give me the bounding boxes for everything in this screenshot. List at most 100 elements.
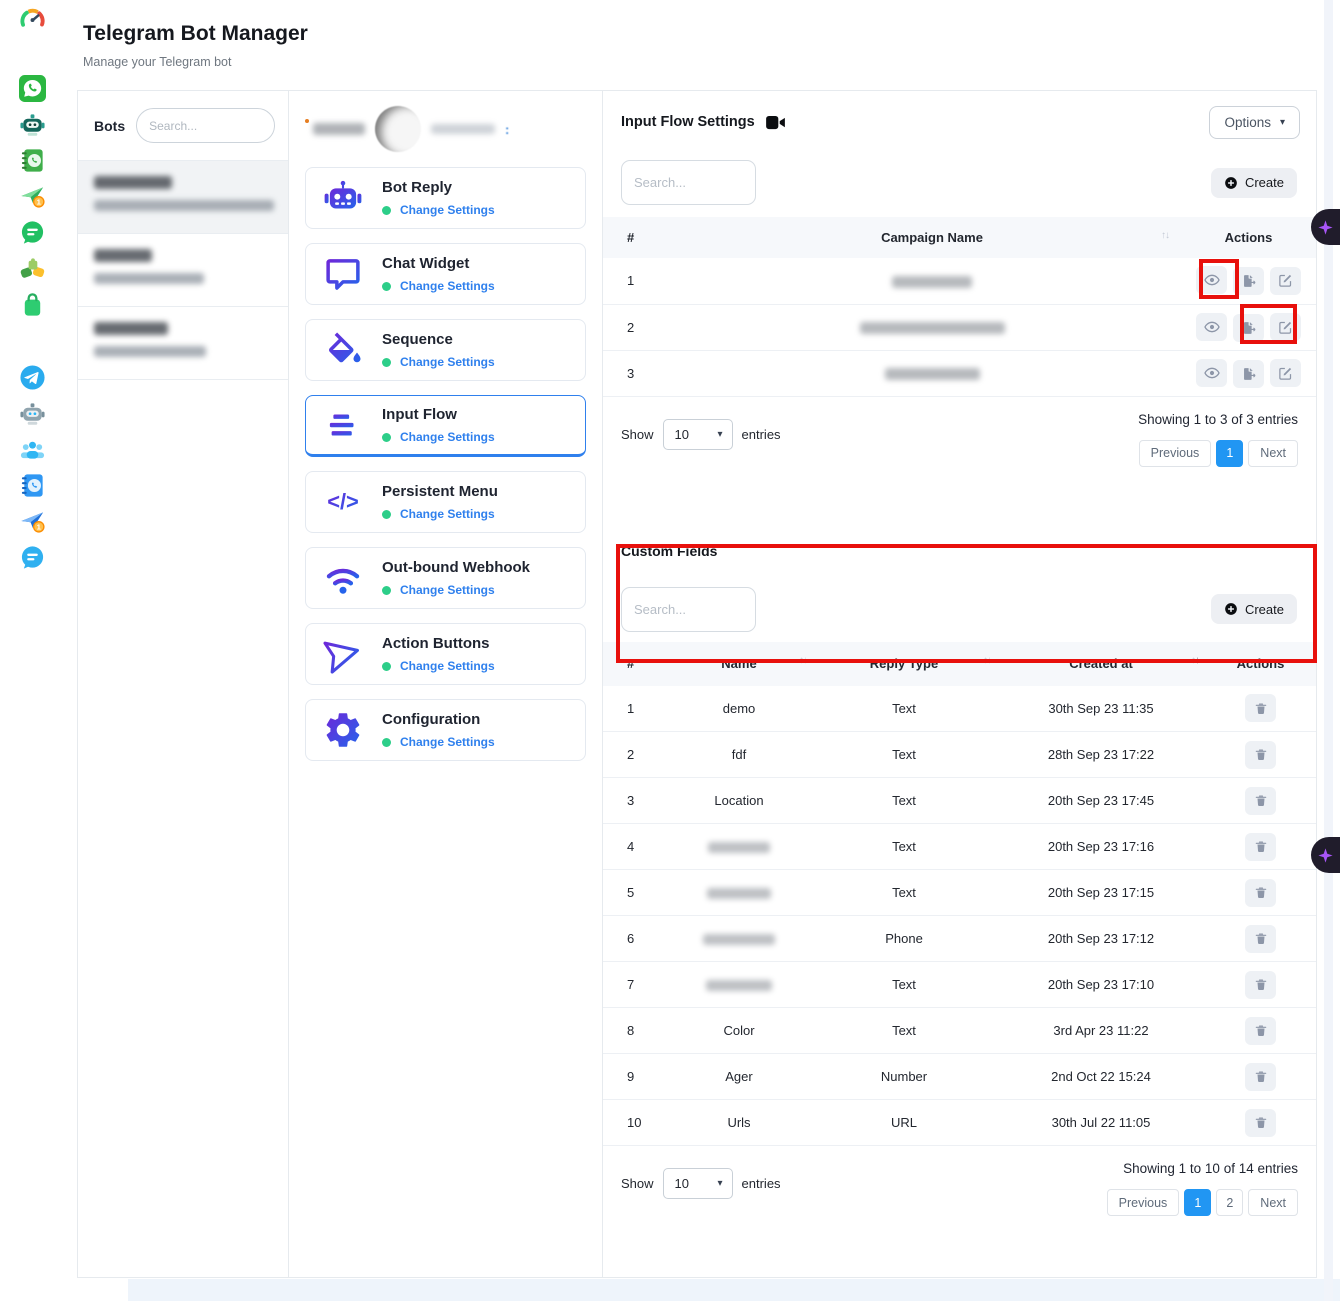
col-num: # xyxy=(603,642,667,686)
ai-sparkle-button[interactable] xyxy=(1311,837,1340,873)
options-button[interactable]: Options▾ xyxy=(1209,106,1300,139)
create-input-flow-button[interactable]: Create xyxy=(1211,168,1297,198)
change-settings-link[interactable]: Change Settings xyxy=(400,735,495,749)
change-settings-link[interactable]: Change Settings xyxy=(400,430,495,444)
pagination: Previous 1 Next xyxy=(1139,440,1298,467)
page-1-button[interactable]: 1 xyxy=(1216,440,1243,467)
bot-list-item[interactable] xyxy=(78,234,288,307)
create-custom-field-button[interactable]: Create xyxy=(1211,594,1297,624)
shopping-bag-icon[interactable] xyxy=(19,291,46,318)
entries-label: entries xyxy=(742,1176,781,1191)
delete-button[interactable] xyxy=(1245,694,1276,722)
delete-button[interactable] xyxy=(1245,1109,1276,1137)
table-row: 8 Color Text 3rd Apr 23 11:22 xyxy=(603,1008,1316,1054)
edit-button[interactable] xyxy=(1270,313,1301,341)
sort-icon[interactable]: ↑↓ xyxy=(1161,230,1169,241)
change-settings-link[interactable]: Change Settings xyxy=(400,279,495,293)
change-settings-link[interactable]: Change Settings xyxy=(400,583,495,597)
settings-card-outbound-webhook[interactable]: Out-bound Webhook Change Settings xyxy=(305,547,586,609)
delete-button[interactable] xyxy=(1245,833,1276,861)
change-settings-link[interactable]: Change Settings xyxy=(400,659,495,673)
row-number: 1 xyxy=(603,686,667,732)
previous-page-button[interactable]: Previous xyxy=(1139,440,1212,467)
phone-contacts-blue-icon[interactable] xyxy=(19,472,46,499)
scrollbar-track[interactable] xyxy=(1324,0,1333,1301)
trash-icon xyxy=(1254,701,1268,716)
view-button[interactable] xyxy=(1196,266,1227,294)
trash-icon xyxy=(1254,839,1268,854)
settings-card-persistent-menu[interactable]: </> Persistent Menu Change Settings xyxy=(305,471,586,533)
delete-button[interactable] xyxy=(1245,971,1276,999)
next-page-button[interactable]: Next xyxy=(1248,1189,1298,1216)
campaign-name-cell xyxy=(683,350,1181,396)
redacted-field-name xyxy=(707,888,771,899)
change-settings-link[interactable]: Change Settings xyxy=(400,507,495,521)
whatsapp-icon[interactable] xyxy=(19,75,46,102)
bot-list-item[interactable] xyxy=(78,307,288,380)
team-group-icon[interactable] xyxy=(19,436,46,463)
input-flow-settings-title: Input Flow Settings xyxy=(621,114,755,130)
paper-plane-coin-blue-icon[interactable]: 1 xyxy=(19,508,46,535)
delete-button[interactable] xyxy=(1245,741,1276,769)
bots-search-input[interactable] xyxy=(136,108,275,143)
delete-button[interactable] xyxy=(1245,1063,1276,1091)
collaboration-puzzle-icon[interactable] xyxy=(19,255,46,282)
export-button[interactable] xyxy=(1233,314,1264,342)
settings-card-chat-widget[interactable]: Chat Widget Change Settings xyxy=(305,243,586,305)
ai-sparkle-button[interactable] xyxy=(1311,209,1340,245)
page-size-select[interactable]: 10▾ xyxy=(663,419,733,450)
edit-button[interactable] xyxy=(1270,267,1301,295)
pagination: Previous 1 2 Next xyxy=(1107,1189,1298,1216)
svg-text:</>: </> xyxy=(327,489,359,514)
settings-card-input-flow[interactable]: Input Flow Change Settings xyxy=(305,395,586,457)
input-flow-column: Input Flow Settings Options▾ Create xyxy=(603,91,1316,1277)
phone-contacts-icon[interactable] xyxy=(19,147,46,174)
export-button[interactable] xyxy=(1233,267,1264,295)
next-page-button[interactable]: Next xyxy=(1248,440,1298,467)
chat-bubble-blue-icon[interactable] xyxy=(19,544,46,571)
entries-summary: Showing 1 to 3 of 3 entries xyxy=(1138,412,1298,427)
input-flow-search-input[interactable] xyxy=(621,160,756,205)
page-1-button[interactable]: 1 xyxy=(1184,1189,1211,1216)
settings-card-configuration[interactable]: Configuration Change Settings xyxy=(305,699,586,761)
custom-fields-search-input[interactable] xyxy=(621,587,756,632)
delete-button[interactable] xyxy=(1245,787,1276,815)
reply-type: Text xyxy=(811,732,997,778)
change-settings-link[interactable]: Change Settings xyxy=(400,203,495,217)
delete-button[interactable] xyxy=(1245,879,1276,907)
created-at: 20th Sep 23 17:15 xyxy=(997,870,1205,916)
robot-assistant-icon[interactable] xyxy=(19,111,46,138)
export-button[interactable] xyxy=(1233,360,1264,388)
bot-list-item[interactable] xyxy=(78,161,288,234)
settings-card-action-buttons[interactable]: Action Buttons Change Settings xyxy=(305,623,586,685)
wifi-icon xyxy=(322,557,364,599)
paper-plane-coin-icon[interactable]: 1 xyxy=(19,183,46,210)
sort-icon-active[interactable]: ↑↓ xyxy=(1191,655,1199,666)
view-button[interactable] xyxy=(1196,359,1227,387)
field-name: Color xyxy=(667,1008,811,1054)
status-dot xyxy=(305,119,309,123)
trash-icon xyxy=(1254,1069,1268,1084)
settings-card-bot-reply[interactable]: Bot Reply Change Settings xyxy=(305,167,586,229)
created-at: 30th Jul 22 11:05 xyxy=(997,1100,1205,1146)
page-size-select[interactable]: 10▾ xyxy=(663,1168,733,1199)
change-settings-link[interactable]: Change Settings xyxy=(400,355,495,369)
speed-gauge-icon[interactable] xyxy=(19,6,46,33)
page-2-button[interactable]: 2 xyxy=(1216,1189,1243,1216)
delete-button[interactable] xyxy=(1245,1017,1276,1045)
status-green-dot xyxy=(382,738,391,747)
edit-button[interactable] xyxy=(1270,359,1301,387)
delete-button[interactable] xyxy=(1245,925,1276,953)
sort-icon[interactable]: ↑↓ xyxy=(983,655,991,666)
created-at: 20th Sep 23 17:45 xyxy=(997,778,1205,824)
actions-cell xyxy=(1205,916,1316,962)
status-green-dot xyxy=(382,510,391,519)
view-button[interactable] xyxy=(1196,313,1227,341)
telegram-icon[interactable] xyxy=(19,364,46,391)
robot-secondary-icon[interactable] xyxy=(19,400,46,427)
previous-page-button[interactable]: Previous xyxy=(1107,1189,1180,1216)
eye-icon xyxy=(1204,319,1220,335)
sort-icon[interactable]: ↑↓ xyxy=(799,655,807,666)
settings-card-sequence[interactable]: Sequence Change Settings xyxy=(305,319,586,381)
chat-bubble-icon[interactable] xyxy=(19,219,46,246)
